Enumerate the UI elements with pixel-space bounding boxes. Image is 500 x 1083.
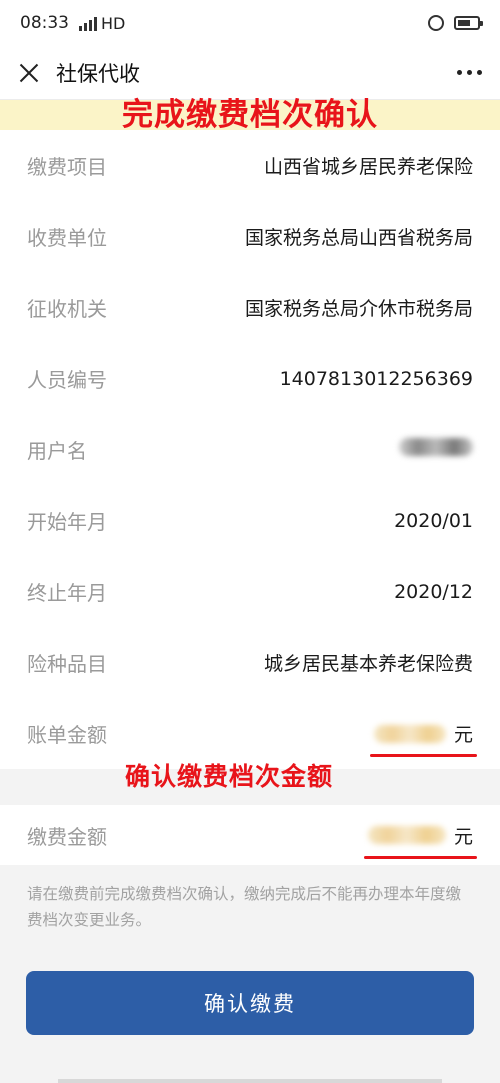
network-type: HD [101,13,126,33]
detail-row: 收费单位 国家税务总局山西省税务局 [0,201,500,272]
payment-amount-unit: 元 [453,825,473,848]
row-label: 人员编号 [27,368,107,392]
confirm-payment-button[interactable]: 确认缴费 [26,971,474,1035]
row-value: 国家税务总局山西省税务局 [244,227,473,249]
more-dots-icon[interactable] [455,62,484,83]
detail-row: 终止年月 2020/12 [0,556,500,627]
detail-row: 险种品目 城乡居民基本养老保险费 [0,627,500,698]
battery-icon [454,16,483,30]
alarm-icon [428,15,444,31]
annotation-gap: 确认缴费档次金额 [0,762,500,805]
status-time: 08:33 [20,13,69,33]
bill-amount-unit: 元 [453,724,473,746]
bill-amount-label: 账单金额 [27,723,107,747]
payment-amount-row: 缴费金额 元 [0,805,500,865]
status-bar: 08:33 HD [0,0,500,46]
row-label: 险种品目 [27,652,107,676]
detail-row: 用户名 [0,414,500,485]
signal-4g-icon [79,15,97,31]
payment-amount-value: 元 [363,822,477,859]
row-label: 收费单位 [27,226,107,250]
page-title: 社保代收 [56,61,140,86]
row-value: 山西省城乡居民养老保险 [263,156,473,178]
annotation-banner: 完成缴费档次确认 [0,97,500,133]
redaction-blur [399,438,473,456]
row-value: 城乡居民基本养老保险费 [263,653,473,675]
detail-row: 征收机关 国家税务总局介休市税务局 [0,272,500,343]
detail-row: 开始年月 2020/01 [0,485,500,556]
payment-amount-label: 缴费金额 [27,824,107,849]
notice-text: 请在缴费前完成缴费档次确认，缴纳完成后不能再办理本年度缴费档次变更业务。 [27,885,462,929]
detail-card: 缴费项目 山西省城乡居民养老保险 收费单位 国家税务总局山西省税务局 征收机关 … [0,130,500,769]
annotation-amount-text: 确认缴费档次金额 [125,762,334,791]
redaction-blur [373,724,446,743]
row-value: 2020/01 [394,509,473,532]
row-label: 终止年月 [27,581,107,605]
row-value: 2020/12 [394,580,473,603]
row-value: 国家税务总局介休市税务局 [244,298,473,320]
annotation-underline [363,855,477,859]
annotation-top-text: 完成缴费档次确认 [122,97,378,133]
page: 08:33 HD 社保代收 完成缴费档次确认 缴费项目 山西省城乡居民养老保险 … [0,0,500,1083]
detail-row: 人员编号 1407813012256369 [0,343,500,414]
bottom-edge [58,1079,442,1083]
close-icon[interactable] [16,60,42,86]
status-right [428,15,483,31]
username-redacted [399,438,473,461]
row-value: 1407813012256369 [279,367,473,390]
row-label: 征收机关 [27,297,107,321]
row-label: 开始年月 [27,510,107,534]
row-label: 用户名 [27,439,87,463]
bill-amount-value: 元 [369,720,477,757]
row-label: 缴费项目 [27,155,107,179]
detail-row: 缴费项目 山西省城乡居民养老保险 [0,130,500,201]
nav-bar: 社保代收 [0,46,500,100]
redaction-blur [367,826,446,844]
annotation-underline [369,754,477,757]
